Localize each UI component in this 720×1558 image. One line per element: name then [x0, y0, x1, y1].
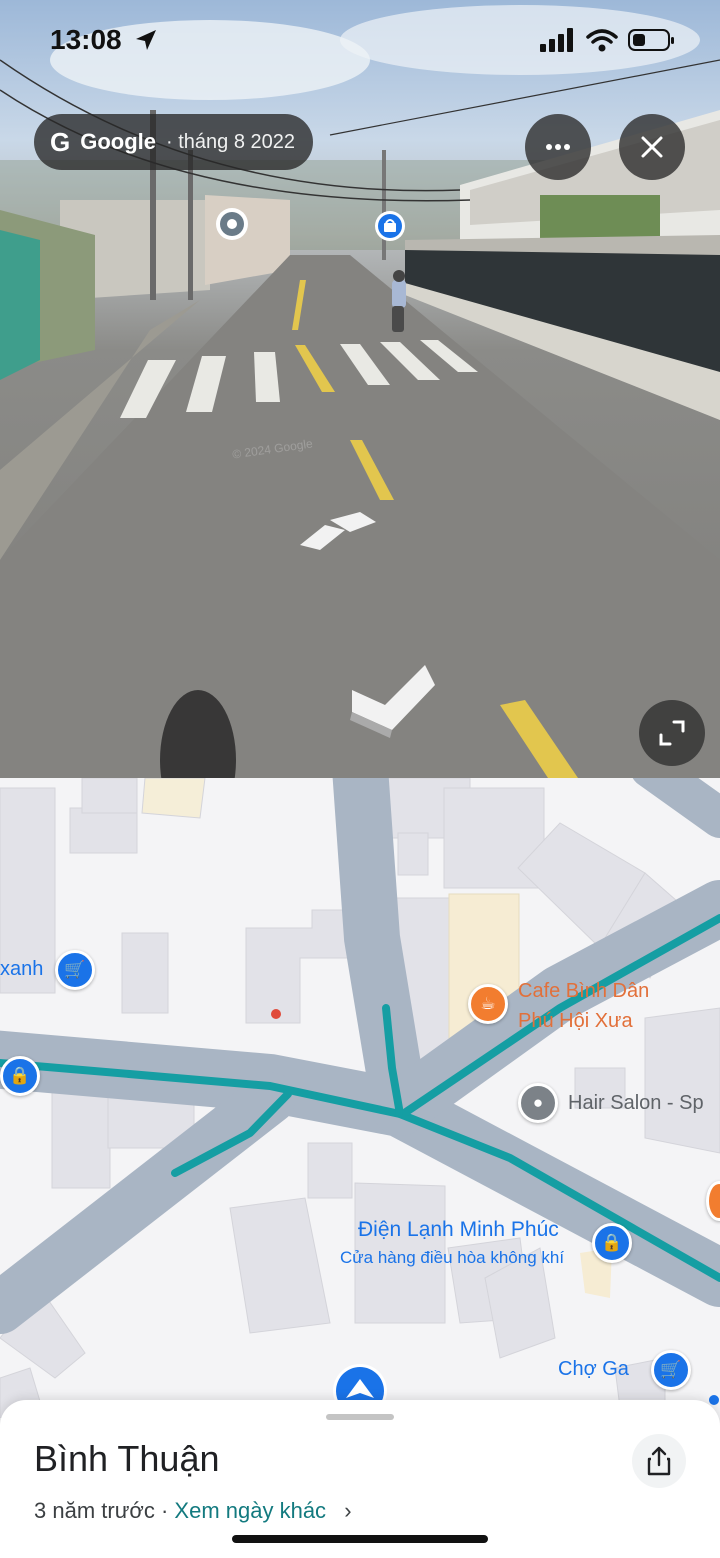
map-label-shop-name[interactable]: Điện Lạnh Minh Phúc [358, 1218, 559, 1242]
battery-icon [628, 29, 674, 51]
street-view-panorama[interactable]: © 2024 Google 13:08 G Google · tháng 8 2… [0, 0, 720, 778]
map-label-cafe-line2[interactable]: Phú Hội Xưa [518, 1010, 633, 1033]
shopping-cart-marker-icon[interactable]: 🛒 [55, 950, 95, 990]
capture-date: · tháng 8 2022 [166, 130, 296, 153]
place-title: Bình Thuận [34, 1438, 220, 1479]
shopping-bag-map-marker-icon[interactable]: 🔒 [0, 1056, 40, 1096]
market-cart-marker-icon[interactable]: 🛒 [651, 1350, 691, 1390]
cellular-signal-icon [540, 28, 573, 52]
share-button[interactable] [632, 1434, 686, 1488]
more-icon [546, 144, 570, 150]
salon-marker-icon[interactable]: ● [518, 1083, 558, 1123]
sheet-drag-handle[interactable] [326, 1414, 394, 1420]
status-time: 13:08 [50, 24, 122, 55]
map-view[interactable]: xanh 🛒 ☕ Cafe Bình Dân Phú Hội Xưa ● Hai… [0, 778, 720, 1418]
map-label-shop[interactable]: xanh [0, 958, 43, 981]
imagery-age-line: 3 năm trước · Xem ngày khác › [34, 1498, 352, 1524]
status-bar: 13:08 [0, 0, 720, 80]
imagery-age: 3 năm trước · [34, 1498, 169, 1523]
google-g-icon: G [50, 126, 71, 157]
provider-name: Google [80, 129, 157, 154]
map-label-shop-category: Cửa hàng điều hòa không khí [340, 1248, 565, 1267]
location-arrow-icon [136, 30, 156, 50]
see-other-dates-link[interactable]: Xem ngày khác [174, 1498, 326, 1523]
more-options-button[interactable] [525, 114, 591, 180]
close-icon [641, 136, 663, 158]
cafe-marker-icon[interactable]: ☕ [468, 984, 508, 1024]
share-icon [647, 1446, 671, 1476]
map-label-market[interactable]: Chợ Ga [558, 1358, 629, 1381]
chevron-right-icon[interactable]: › [344, 1498, 351, 1523]
expand-icon [659, 720, 685, 746]
fullscreen-button[interactable] [639, 700, 705, 766]
status-icons [540, 28, 676, 52]
map-label-cafe-line1[interactable]: Cafe Bình Dân [518, 980, 649, 1003]
ac-store-marker-icon[interactable]: 🔒 [592, 1223, 632, 1263]
location-marker-icon[interactable] [213, 205, 251, 243]
wifi-icon [586, 29, 618, 52]
imagery-date-pill[interactable]: G Google · tháng 8 2022 [34, 114, 314, 170]
map-label-hair-salon[interactable]: Hair Salon - Sp [568, 1092, 704, 1115]
close-button[interactable] [619, 114, 685, 180]
home-indicator [232, 1535, 488, 1543]
shopping-bag-marker-icon[interactable] [374, 210, 406, 244]
